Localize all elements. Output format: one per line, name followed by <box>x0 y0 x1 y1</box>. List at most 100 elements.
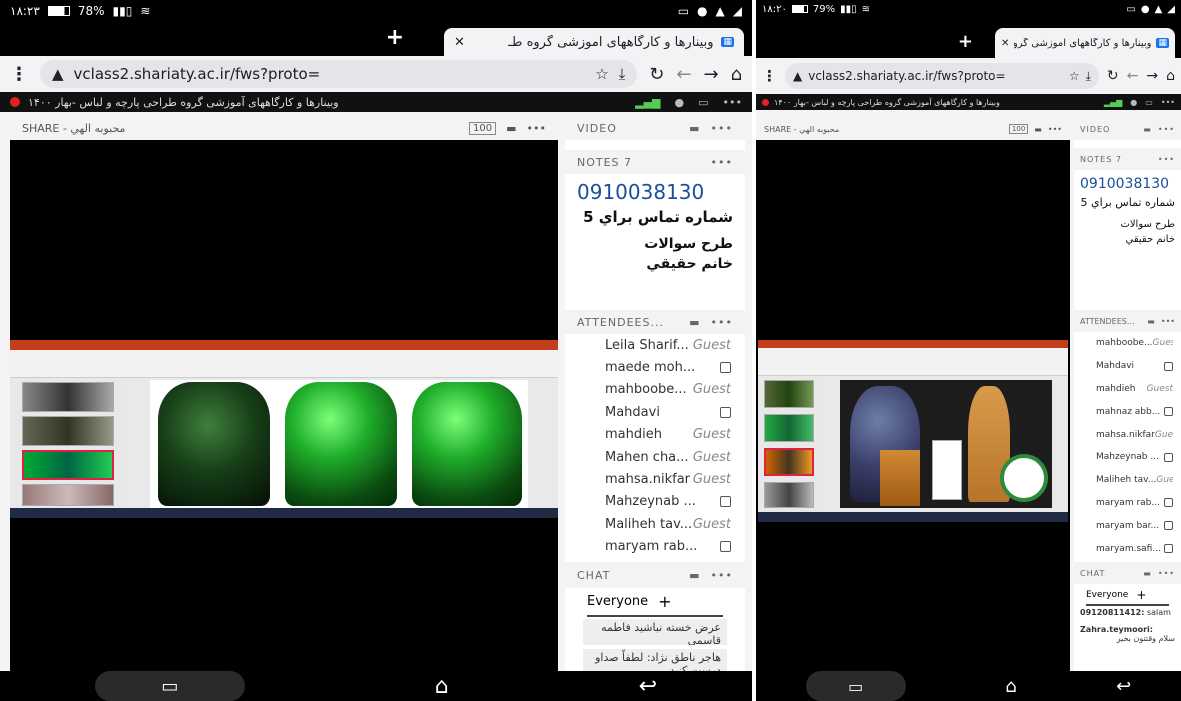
chat-tab-everyone[interactable]: Everyone + <box>587 588 723 617</box>
more-icon[interactable]: ••• <box>723 96 742 109</box>
attendee-row[interactable]: maede moh... <box>605 356 731 378</box>
back-icon[interactable]: ← <box>676 64 691 85</box>
url-text[interactable]: vclass2.shariaty.ac.ir/fws?proto= <box>808 69 1063 83</box>
pod-menu-icon[interactable]: ••• <box>527 122 546 135</box>
forward-icon[interactable]: → <box>1146 68 1158 84</box>
screen-icon[interactable]: ▭ <box>698 96 708 109</box>
signal-bars-icon[interactable]: ▂▄▆ <box>635 96 660 109</box>
pod-menu-icon[interactable]: ••• <box>1158 155 1175 164</box>
download-icon[interactable]: ⤓ <box>619 65 626 83</box>
slide-thumbnail[interactable] <box>22 484 114 506</box>
tab-close-icon[interactable]: ✕ <box>1001 38 1009 49</box>
status-circle-icon[interactable]: ● <box>1130 98 1137 107</box>
attendee-row[interactable]: Mahdavi <box>1096 355 1173 378</box>
fullscreen-icon[interactable]: ▬ <box>1143 569 1152 578</box>
attendee-row[interactable]: Mahzeynab ... <box>605 491 731 513</box>
wifi-icon: ≋ <box>861 3 870 15</box>
menu-dots-icon[interactable]: ⋮ <box>10 64 28 85</box>
attendee-row[interactable]: mahboobe...Guest <box>605 379 731 401</box>
slide-thumbnail-selected[interactable] <box>764 448 814 476</box>
add-chat-icon[interactable]: + <box>1136 588 1146 602</box>
recent-apps-icon[interactable]: ▭ <box>94 671 245 701</box>
home-icon[interactable]: ⌂ <box>731 64 742 85</box>
add-chat-icon[interactable]: + <box>658 592 671 611</box>
chat-tab-everyone[interactable]: Everyone + <box>1086 586 1169 606</box>
notes-line: شماره تماس براي 5 <box>1080 196 1176 209</box>
pod-menu-icon[interactable]: ••• <box>1158 125 1175 134</box>
chat-pod: CHAT ▬ ••• Everyone + عرض خسته نباشید فاط… <box>565 562 745 671</box>
attendee-row[interactable]: Mahen cha... Guest <box>605 446 731 468</box>
recent-apps-icon[interactable]: ▭ <box>805 671 906 701</box>
android-back-icon[interactable]: ↩ <box>639 674 657 699</box>
screen-icon[interactable]: ▭ <box>1145 98 1153 107</box>
slide-thumbnail[interactable] <box>22 416 114 446</box>
pod-menu-icon[interactable]: ••• <box>1161 317 1175 326</box>
reload-icon[interactable]: ↻ <box>649 64 664 85</box>
attendee-row[interactable]: maryam bar... <box>1096 514 1173 537</box>
browser-tab[interactable]: ✕ وبینارها و کارگاههای آموزشی گروه طـ ▦ <box>995 28 1175 58</box>
bookmark-star-icon[interactable]: ☆ <box>595 65 608 83</box>
menu-dots-icon[interactable]: ⋮ <box>762 67 777 85</box>
pod-menu-icon[interactable]: ••• <box>711 122 733 135</box>
pod-menu-icon[interactable]: ••• <box>711 569 733 582</box>
slide-thumbnail[interactable] <box>22 382 114 412</box>
fullscreen-icon[interactable]: ▬ <box>1034 125 1042 134</box>
slide-thumbnail[interactable] <box>764 380 814 408</box>
slide-thumbnail[interactable] <box>764 482 814 508</box>
more-icon[interactable]: ••• <box>1161 98 1175 107</box>
fullscreen-icon[interactable]: ▬ <box>1147 317 1155 326</box>
attendee-row[interactable]: mahnaz abb... <box>1096 400 1173 423</box>
new-tab-button[interactable]: + <box>386 25 404 50</box>
download-icon[interactable]: ⤓ <box>1086 69 1091 84</box>
attendee-row[interactable]: maryam rab... <box>605 536 731 558</box>
jacket-image <box>285 382 397 506</box>
tab-close-icon[interactable]: ✕ <box>454 35 465 50</box>
send-icon: ◢ <box>1167 3 1175 15</box>
bookmark-star-icon[interactable]: ☆ <box>1069 69 1080 83</box>
fullscreen-icon[interactable]: ▬ <box>689 569 700 582</box>
url-text[interactable]: vclass2.shariaty.ac.ir/fws?proto= <box>74 65 586 83</box>
back-icon[interactable]: ← <box>1127 68 1139 84</box>
attendee-row[interactable]: Mahzeynab ... <box>1096 446 1173 469</box>
attendee-row[interactable]: mahdieh Guest <box>605 424 731 446</box>
pod-menu-icon[interactable]: ••• <box>1048 125 1062 134</box>
attendee-row[interactable]: maryam.safi... <box>1096 537 1173 560</box>
attendee-row[interactable]: maryam rab... <box>1096 492 1173 515</box>
pod-menu-icon[interactable]: ••• <box>1158 569 1175 578</box>
attendee-row[interactable]: Leila Sharif... Guest <box>605 334 731 356</box>
browser-tab[interactable]: ✕ وبینارها و کارگاههای آموزشی گروه طـ ▦ <box>444 28 744 56</box>
new-tab-button[interactable]: + <box>958 31 973 52</box>
fullscreen-icon[interactable]: ▬ <box>689 316 700 329</box>
zoom-level[interactable]: 100 <box>1008 124 1029 134</box>
zoom-level[interactable]: 100 <box>469 121 497 135</box>
address-bar[interactable]: ▲ vclass2.shariaty.ac.ir/fws?proto= ☆ ⤓ <box>40 60 638 88</box>
attendee-row[interactable]: mahsa.nikfarGuest <box>605 468 731 490</box>
slide-thumbnail[interactable] <box>764 414 814 442</box>
notes-line: طرح سوالات <box>1120 219 1175 230</box>
signal-bars-icon[interactable]: ▂▄▆ <box>1104 98 1122 107</box>
fullscreen-icon[interactable]: ▬ <box>1143 125 1152 134</box>
address-bar[interactable]: ▲ vclass2.shariaty.ac.ir/fws?proto= ☆ ⤓ <box>785 63 1099 89</box>
pod-menu-icon[interactable]: ••• <box>711 156 733 169</box>
attendee-list: mahboobe...GuestMahdavimahdiehGuestmahna… <box>1074 332 1181 560</box>
attendee-role: Guest <box>1152 338 1173 349</box>
android-back-icon[interactable]: ↩ <box>1116 676 1131 697</box>
attendee-row[interactable]: Maliheh tav...Guest <box>1096 469 1173 492</box>
attendee-name: maryam.safi... <box>1096 543 1161 554</box>
status-circle-icon[interactable]: ● <box>675 96 685 109</box>
fullscreen-icon[interactable]: ▬ <box>689 122 700 135</box>
pod-menu-icon[interactable]: ••• <box>711 316 733 329</box>
android-home-icon[interactable]: ⌂ <box>1005 676 1016 697</box>
home-icon[interactable]: ⌂ <box>1166 68 1175 84</box>
attendee-row[interactable]: mahboobe...Guest <box>1096 332 1173 355</box>
fullscreen-icon[interactable]: ▬ <box>506 122 516 135</box>
attendee-row[interactable]: Maliheh tav...Guest <box>605 513 731 535</box>
slide-thumbnail-selected[interactable] <box>22 450 114 480</box>
android-home-icon[interactable]: ⌂ <box>435 674 449 699</box>
forward-icon[interactable]: → <box>703 64 718 85</box>
attendee-row[interactable]: Mahdavi <box>605 401 731 423</box>
attendee-row[interactable]: mahsa.nikfarGuest <box>1096 423 1173 446</box>
ppt-ribbon <box>758 348 1068 376</box>
reload-icon[interactable]: ↻ <box>1107 68 1119 84</box>
attendee-row[interactable]: mahdieh Guest <box>1096 378 1173 401</box>
